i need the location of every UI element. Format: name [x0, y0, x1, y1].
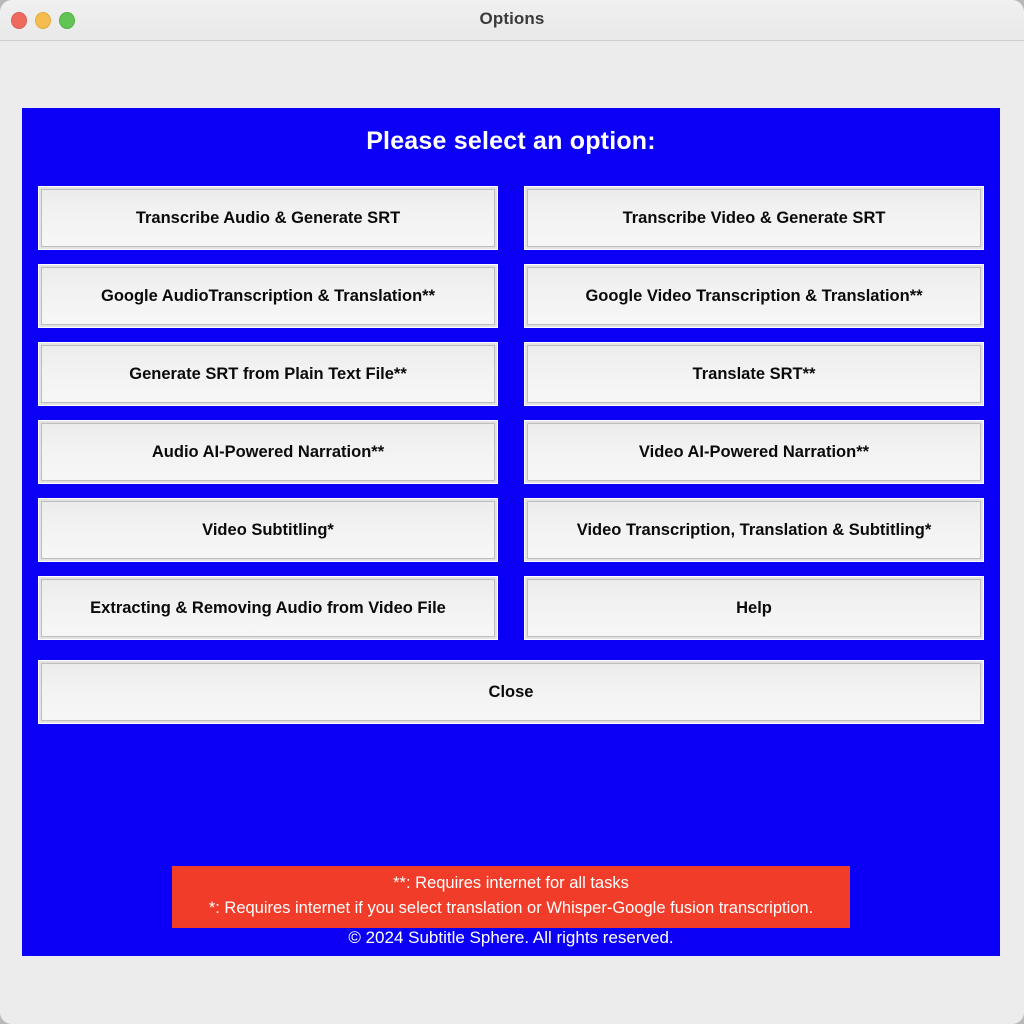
transcribe-video-generate-srt-button[interactable]: Transcribe Video & Generate SRT [524, 186, 984, 250]
google-audio-transcription-translation-button[interactable]: Google AudioTranscription & Translation*… [38, 264, 498, 328]
notice-line-double-asterisk: **: Requires internet for all tasks [393, 874, 629, 892]
options-panel: Please select an option: Transcribe Audi… [22, 108, 1000, 956]
copyright-footer: © 2024 Subtitle Sphere. All rights reser… [348, 928, 674, 947]
video-transcription-translation-subtitling-button[interactable]: Video Transcription, Translation & Subti… [524, 498, 984, 562]
video-subtitling-button[interactable]: Video Subtitling* [38, 498, 498, 562]
window-title: Options [479, 9, 545, 28]
option-row: Google AudioTranscription & Translation*… [38, 264, 984, 328]
option-row: Generate SRT from Plain Text File** Tran… [38, 342, 984, 406]
option-row: Transcribe Audio & Generate SRT Transcri… [38, 186, 984, 250]
options-window: Options Please select an option: Transcr… [0, 0, 1024, 1024]
audio-ai-powered-narration-button[interactable]: Audio AI-Powered Narration** [38, 420, 498, 484]
notice-line-single-asterisk: *: Requires internet if you select trans… [208, 899, 814, 917]
google-video-transcription-translation-button[interactable]: Google Video Transcription & Translation… [524, 264, 984, 328]
option-row: Video Subtitling* Video Transcription, T… [38, 498, 984, 562]
options-grid: Transcribe Audio & Generate SRT Transcri… [38, 186, 984, 724]
close-button[interactable]: Close [38, 660, 984, 724]
transcribe-audio-generate-srt-button[interactable]: Transcribe Audio & Generate SRT [38, 186, 498, 250]
panel-heading: Please select an option: [366, 127, 656, 155]
translate-srt-button[interactable]: Translate SRT** [524, 342, 984, 406]
generate-srt-from-plain-text-button[interactable]: Generate SRT from Plain Text File** [38, 342, 498, 406]
extract-remove-audio-from-video-button[interactable]: Extracting & Removing Audio from Video F… [38, 576, 498, 640]
internet-requirement-notice: **: Requires internet for all tasks *: R… [172, 866, 850, 928]
help-button[interactable]: Help [524, 576, 984, 640]
title-bar: Options [0, 0, 1024, 41]
option-row: Audio AI-Powered Narration** Video AI-Po… [38, 420, 984, 484]
close-row: Close [38, 660, 984, 724]
window-content: Please select an option: Transcribe Audi… [0, 41, 1024, 1024]
video-ai-powered-narration-button[interactable]: Video AI-Powered Narration** [524, 420, 984, 484]
option-row: Extracting & Removing Audio from Video F… [38, 576, 984, 640]
